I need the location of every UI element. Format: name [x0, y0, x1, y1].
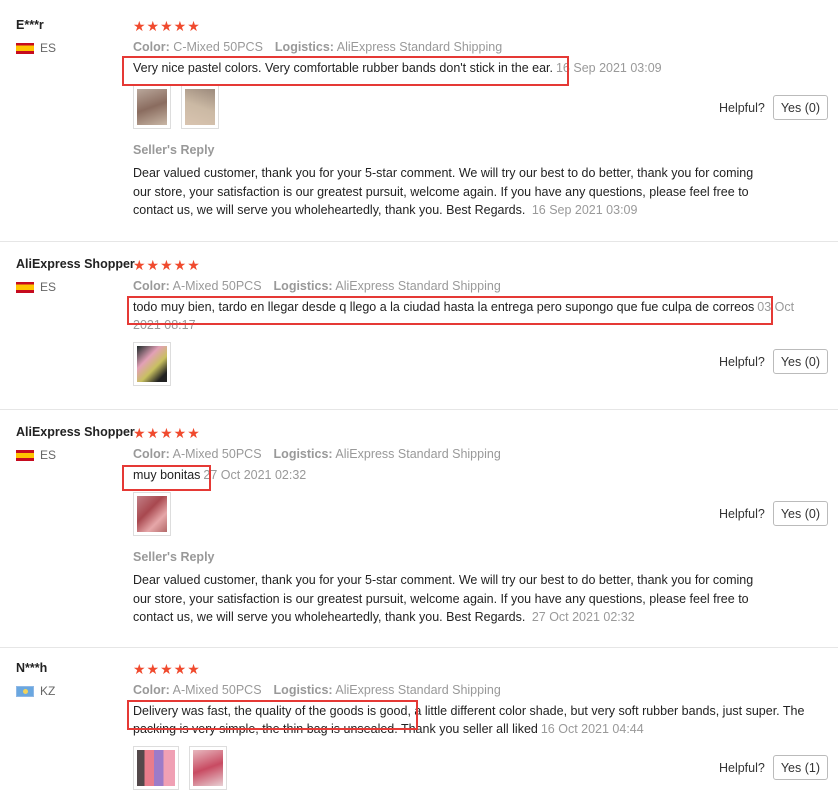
reply-date: 16 Sep 2021 03:09 — [531, 203, 638, 217]
highlight-box — [122, 465, 211, 491]
helpful-label: Helpful? — [718, 100, 765, 115]
helpful-yes-button[interactable]: Yes (0) — [772, 501, 828, 526]
helpful-section: Helpful? Yes (0) — [719, 501, 828, 526]
review-item: N***h KZ ★★★★★ Color: A-Mixed 50PCS Logis… — [0, 648, 838, 800]
review-text: muy bonitas 27 Oct 2021 02:32 — [133, 468, 307, 482]
seller-reply-text: Dear valued customer, thank you for your… — [133, 573, 754, 624]
star-rating: ★★★★★ — [133, 18, 201, 34]
country-code: ES — [40, 41, 57, 55]
reviewer-country: ES — [16, 41, 56, 55]
reviewer-name: AliExpress Shopper — [16, 425, 135, 439]
highlight-box — [127, 296, 773, 325]
seller-reply-title: Seller's Reply — [133, 550, 215, 564]
review-photo-thumbnail[interactable] — [133, 746, 179, 790]
review-item: AliExpress Shopper ES ★★★★★ Color: A-Mix… — [0, 410, 838, 648]
order-info: Color: A-Mixed 50PCS Logistics: AliExpres… — [133, 279, 501, 293]
review-date: 16 Sep 2021 03:09 — [555, 61, 662, 75]
star-rating: ★★★★★ — [133, 257, 201, 273]
helpful-yes-button[interactable]: Yes (1) — [772, 755, 828, 780]
review-photo-thumbnail[interactable] — [181, 85, 219, 129]
spain-flag-icon — [16, 42, 34, 54]
review-photo-thumbnail[interactable] — [133, 342, 171, 386]
helpful-section: Helpful? Yes (0) — [719, 95, 828, 120]
highlight-box — [127, 700, 418, 730]
highlight-box — [122, 56, 569, 86]
helpful-yes-button[interactable]: Yes (0) — [772, 349, 828, 374]
reviewer-name: E***r — [16, 18, 44, 32]
reviewer-info: E***r ES — [16, 18, 56, 55]
reply-date: 27 Oct 2021 02:32 — [531, 610, 635, 624]
seller-reply-text: Dear valued customer, thank you for your… — [133, 166, 754, 217]
helpful-label: Helpful? — [718, 354, 765, 369]
review-item: E***r ES ★★★★★ Color: C-Mixed 50PCS Logis… — [0, 0, 838, 242]
reviewer-country: ES — [16, 280, 135, 294]
review-photo-thumbnail[interactable] — [133, 492, 171, 536]
order-info: Color: A-Mixed 50PCS Logistics: AliExpres… — [133, 683, 501, 697]
helpful-label: Helpful? — [718, 506, 765, 521]
reviewer-name: N***h — [16, 661, 48, 675]
country-code: ES — [40, 448, 57, 462]
star-rating: ★★★★★ — [133, 661, 201, 677]
reviewer-name: AliExpress Shopper — [16, 257, 135, 271]
review-photo-thumbnail[interactable] — [189, 746, 227, 790]
review-date: 16 Oct 2021 04:44 — [540, 722, 644, 736]
reviewer-info: AliExpress Shopper ES — [16, 257, 135, 294]
order-info: Color: A-Mixed 50PCS Logistics: AliExpres… — [133, 447, 501, 461]
reviewer-info: N***h KZ — [16, 661, 55, 698]
review-photo-thumbnail[interactable] — [133, 85, 171, 129]
reviewer-country: KZ — [16, 684, 55, 698]
country-code: ES — [40, 280, 57, 294]
review-date: 27 Oct 2021 02:32 — [203, 468, 307, 482]
order-info: Color: C-Mixed 50PCS Logistics: AliExpres… — [133, 40, 503, 54]
reviewer-info: AliExpress Shopper ES — [16, 425, 135, 462]
spain-flag-icon — [16, 449, 34, 461]
star-rating: ★★★★★ — [133, 425, 201, 441]
helpful-section: Helpful? Yes (0) — [719, 349, 828, 374]
country-code: KZ — [40, 684, 56, 698]
helpful-section: Helpful? Yes (1) — [719, 755, 828, 780]
seller-reply-title: Seller's Reply — [133, 143, 215, 157]
helpful-label: Helpful? — [718, 760, 765, 775]
helpful-yes-button[interactable]: Yes (0) — [772, 95, 828, 120]
kazakhstan-flag-icon — [16, 685, 34, 697]
spain-flag-icon — [16, 281, 34, 293]
reviewer-country: ES — [16, 448, 135, 462]
review-item: AliExpress Shopper ES ★★★★★ Color: A-Mix… — [0, 242, 838, 410]
